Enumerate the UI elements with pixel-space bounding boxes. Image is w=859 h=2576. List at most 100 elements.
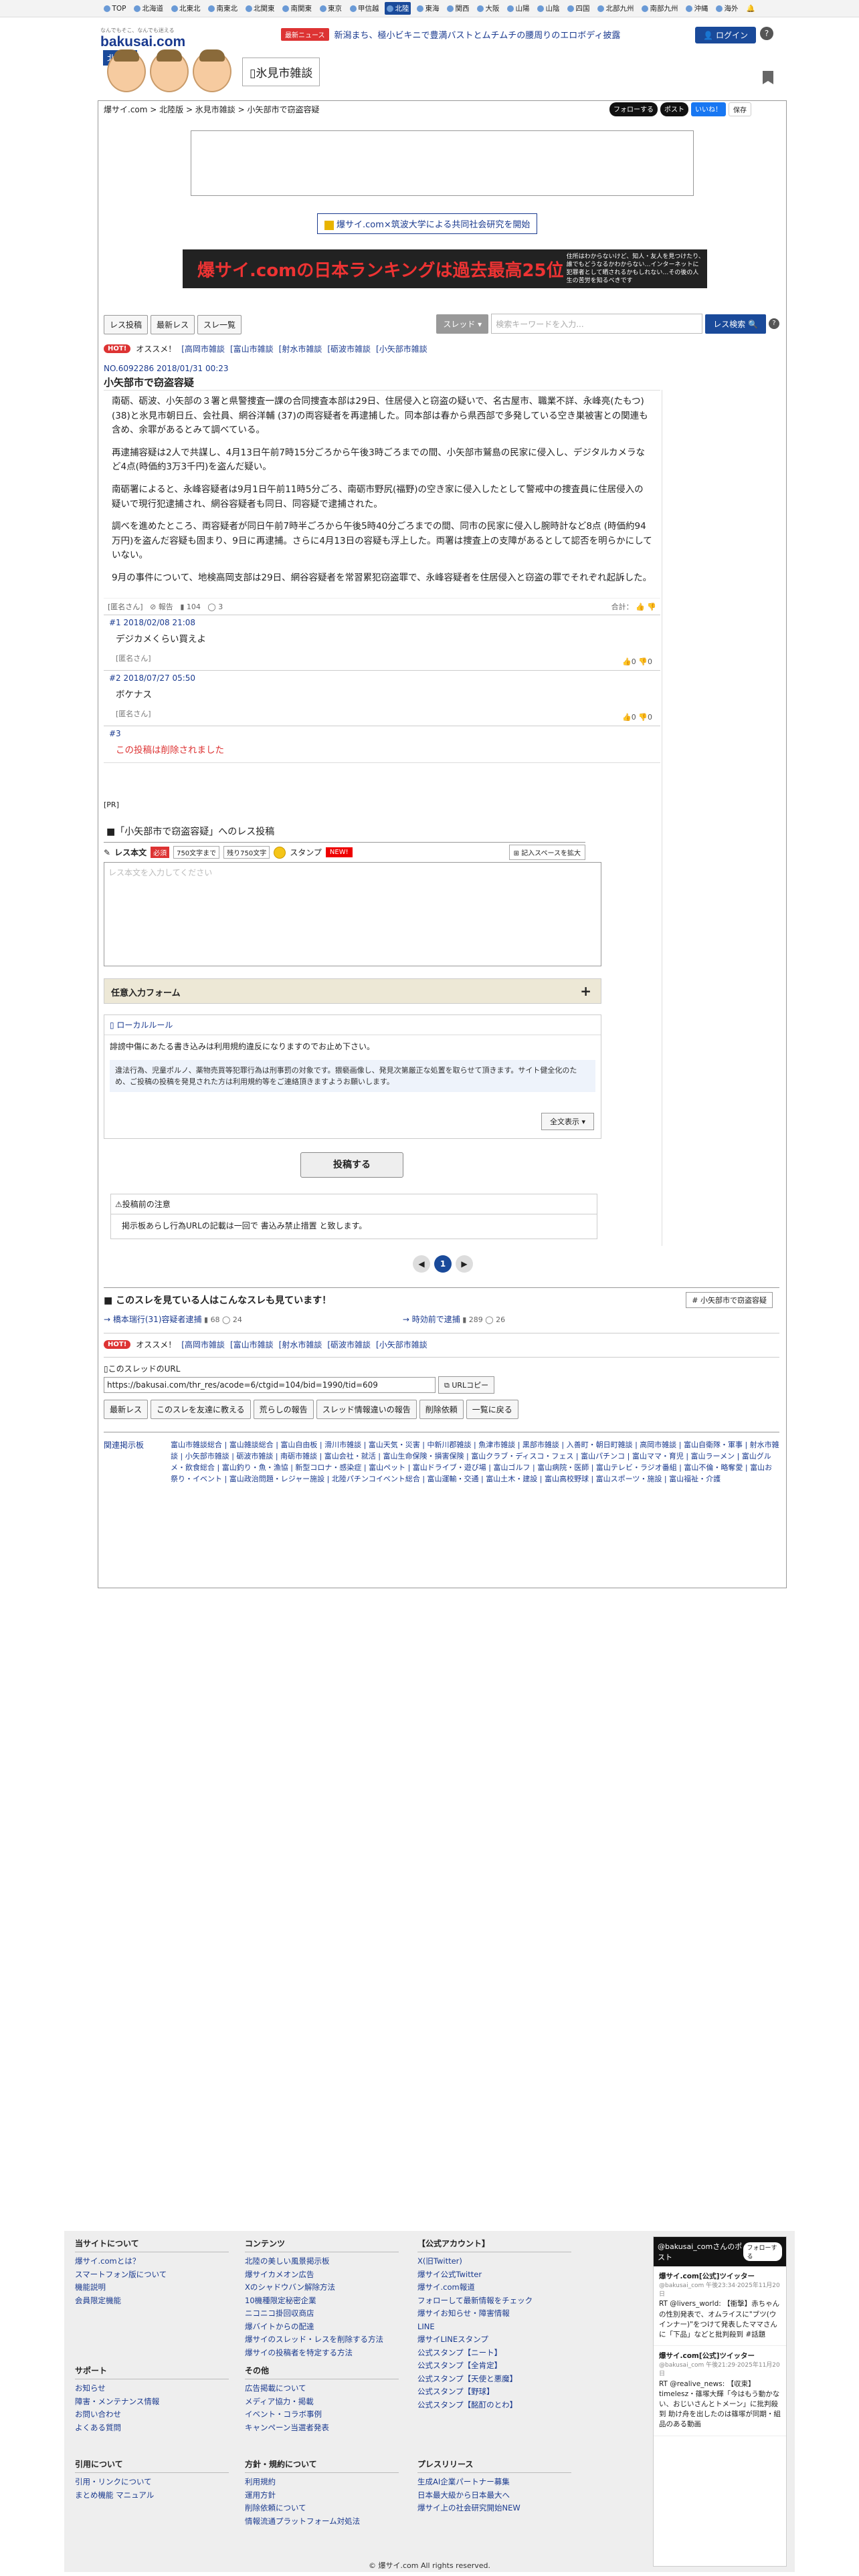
region-link[interactable]: 山陽 xyxy=(505,2,531,15)
thread-action-button[interactable]: 荒らしの報告 xyxy=(253,1400,314,1419)
recommend-link[interactable]: [砺波市雑談 xyxy=(327,343,371,354)
thread-action-button[interactable]: スレッド情報違いの報告 xyxy=(316,1400,417,1419)
region-link[interactable]: 南関東 xyxy=(280,2,314,15)
region-link[interactable]: 北海道 xyxy=(132,2,165,15)
report-link[interactable]: ⊘ 報告 xyxy=(150,603,173,611)
upvote-button[interactable]: 👍 xyxy=(636,603,645,611)
footer-link[interactable]: 爆サイの投稿者を特定する方法 xyxy=(245,2347,399,2360)
related-boards-list[interactable]: 富山市雑談総合 | 富山雑談総合 | 富山自由板 | 滑川市雑談 | 富山天気・… xyxy=(171,1439,779,1485)
footer-link[interactable]: 爆サイLINEスタンプ xyxy=(417,2333,571,2347)
tweet[interactable]: 爆サイ.com[公式]ツイッター @bakusai_com 午後23:34·202… xyxy=(654,2266,786,2347)
stamp-button[interactable]: スタンプ xyxy=(290,847,322,858)
footer-link[interactable]: 爆サイカメオン広告 xyxy=(245,2268,399,2282)
region-link[interactable]: 北東北 xyxy=(169,2,203,15)
footer-link[interactable]: 北陸の美しい風景掲示板 xyxy=(245,2255,399,2268)
x-post-button[interactable]: ポスト xyxy=(660,102,688,116)
region-link[interactable]: 関西 xyxy=(445,2,471,15)
footer-link[interactable]: 生成AI企業パートナー募集 xyxy=(417,2476,571,2489)
footer-link[interactable]: 爆サイお知らせ・障害情報 xyxy=(417,2307,571,2321)
footer-link[interactable]: X(旧Twitter) xyxy=(417,2255,571,2268)
submit-button[interactable]: 投稿する xyxy=(300,1152,403,1178)
latest-replies-button[interactable]: 最新レス xyxy=(151,315,195,334)
footer-link[interactable]: 爆サイ.comとは？ xyxy=(75,2255,229,2268)
news-ticker[interactable]: 最新ニュース 新潟まち、極小ビキニで豊満バストとムチムチの腰周りのエロボディ披露 xyxy=(281,28,620,41)
footer-link[interactable]: メディア協力・掲載 xyxy=(245,2395,399,2409)
footer-link[interactable]: イベント・コラボ事例 xyxy=(245,2408,399,2422)
bell-icon[interactable]: 🔔 xyxy=(744,3,757,14)
footer-link[interactable]: 公式スタンプ【全肯定】 xyxy=(417,2359,571,2373)
login-button[interactable]: 👤 ログイン xyxy=(695,27,756,43)
save-button[interactable]: 保存 xyxy=(729,102,751,116)
tweet[interactable]: 爆サイ.com[公式]ツイッター @bakusai_com 午後21:29·202… xyxy=(654,2346,786,2436)
twitter-follow-button[interactable]: フォローする xyxy=(743,2242,782,2261)
footer-link[interactable]: お知らせ xyxy=(75,2382,229,2395)
footer-link[interactable]: まとめ機能 マニュアル xyxy=(75,2489,229,2502)
downvote-button[interactable]: 👎0 xyxy=(636,657,652,666)
thread-action-button[interactable]: 最新レス xyxy=(104,1400,149,1419)
url-copy-button[interactable]: ⧉ URLコピー xyxy=(438,1376,495,1394)
optional-form-toggle[interactable]: 任意入力フォーム + xyxy=(104,978,601,1004)
news-text[interactable]: 新潟まち、極小ビキニで豊満バストとムチムチの腰周りのエロボディ披露 xyxy=(335,28,621,41)
region-link[interactable]: 北関東 xyxy=(244,2,277,15)
downvote-button[interactable]: 👎 xyxy=(647,603,656,611)
footer-link[interactable]: 運用方針 xyxy=(245,2489,399,2502)
footer-link[interactable]: スマートフォン版について xyxy=(75,2268,229,2282)
current-page[interactable]: 1 xyxy=(434,1255,452,1273)
thread-action-button[interactable]: 一覧に戻る xyxy=(466,1400,518,1419)
related-thread-link[interactable]: → 橋本瑞行(31)容疑者逮捕 xyxy=(104,1315,202,1324)
search-input[interactable]: 検索キーワードを入力... xyxy=(491,314,703,334)
url-field[interactable]: https://bakusai.com/thr_res/acode=6/ctgi… xyxy=(104,1377,436,1393)
footer-link[interactable]: 引用・リンクについて xyxy=(75,2476,229,2489)
footer-link[interactable]: 爆サイ上の社会研究開始NEW xyxy=(417,2502,571,2515)
upvote-button[interactable]: 👍0 xyxy=(622,657,636,666)
region-link[interactable]: 北陸 xyxy=(385,2,411,15)
footer-link[interactable]: 公式スタンプ【野球】 xyxy=(417,2385,571,2399)
post-reply-button[interactable]: レス投稿 xyxy=(104,315,149,334)
facebook-like-button[interactable]: いいね！ xyxy=(691,102,726,116)
footer-link[interactable]: ニコニコ掛回収商店 xyxy=(245,2307,399,2321)
footer-link[interactable]: 障害・メンテナンス情報 xyxy=(75,2395,229,2409)
footer-link[interactable]: 広告掲載について xyxy=(245,2382,399,2395)
recommend-link[interactable]: [富山市雑談 xyxy=(230,1339,274,1350)
footer-link[interactable]: 爆サイ.com報道 xyxy=(417,2281,571,2294)
related-thread-item[interactable]: → 橋本瑞行(31)容疑者逮捕 ▮ 68 ◯ 24 xyxy=(104,1313,242,1325)
search-scope-select[interactable]: スレッド ▾ xyxy=(436,314,489,334)
footer-link[interactable]: 公式スタンプ【天使と悪魔】 xyxy=(417,2373,571,2386)
stamp-icon[interactable] xyxy=(274,846,286,859)
region-link[interactable]: 沖縄 xyxy=(684,2,710,15)
footer-link[interactable]: 会員限定機能 xyxy=(75,2294,229,2308)
region-link[interactable]: 四国 xyxy=(565,2,591,15)
recommend-link[interactable]: [小矢部市雑談 xyxy=(376,343,427,354)
footer-link[interactable]: お問い合わせ xyxy=(75,2408,229,2422)
recommend-link[interactable]: [高岡市雑談 xyxy=(181,343,225,354)
recommend-link[interactable]: [射水市雑談 xyxy=(279,343,322,354)
footer-link[interactable]: 爆バイトからの配達 xyxy=(245,2321,399,2334)
footer-link[interactable]: フォローして最新情報をチェック xyxy=(417,2294,571,2308)
footer-link[interactable]: 機能説明 xyxy=(75,2281,229,2294)
recommend-link[interactable]: [高岡市雑談 xyxy=(181,1339,225,1350)
footer-link[interactable]: 爆サイのスレッド・レスを削除する方法 xyxy=(245,2333,399,2347)
prev-page-button[interactable]: ◀ xyxy=(413,1255,430,1273)
region-link[interactable]: 海外 xyxy=(714,2,740,15)
footer-link[interactable]: 情報流通プラットフォーム対処法 xyxy=(245,2515,399,2529)
help-icon[interactable]: ? xyxy=(769,318,779,329)
footer-link[interactable]: 公式スタンプ【ニート】 xyxy=(417,2347,571,2360)
related-thread-item[interactable]: → 時効前で逮捕 ▮ 289 ◯ 26 xyxy=(403,1313,505,1325)
x-follow-button[interactable]: フォローする xyxy=(609,102,658,116)
reply-textarea[interactable]: レス本文を入力してください xyxy=(104,862,601,966)
footer-link[interactable]: 公式スタンプ【酩酊のとわ】 xyxy=(417,2399,571,2412)
region-link[interactable]: 東海 xyxy=(415,2,441,15)
footer-link[interactable]: LINE xyxy=(417,2321,571,2334)
ranking-banner[interactable]: 爆サイ.comの日本ランキングは過去最高25位 住所はわからないけど、知人・友人… xyxy=(183,249,707,288)
footer-link[interactable]: Xのシャドウバン解除方法 xyxy=(245,2281,399,2294)
thread-tag[interactable]: # 小矢部市で窃盗容疑 xyxy=(686,1292,773,1308)
footer-link[interactable]: 削除依頼について xyxy=(245,2502,399,2515)
search-button[interactable]: レス検索 🔍 xyxy=(705,314,766,334)
region-link[interactable]: 山陰 xyxy=(535,2,561,15)
thread-action-button[interactable]: 削除依頼 xyxy=(419,1400,464,1419)
thread-list-button[interactable]: スレ一覧 xyxy=(197,315,242,334)
region-link[interactable]: TOP xyxy=(102,3,128,14)
breadcrumb[interactable]: 爆サイ.com > 北陸版 > 氷見市雑談 > 小矢部市で窃盗容疑 xyxy=(104,104,320,115)
footer-link[interactable]: 10機種限定秘密企業 xyxy=(245,2294,399,2308)
footer-link[interactable]: よくある質問 xyxy=(75,2422,229,2435)
